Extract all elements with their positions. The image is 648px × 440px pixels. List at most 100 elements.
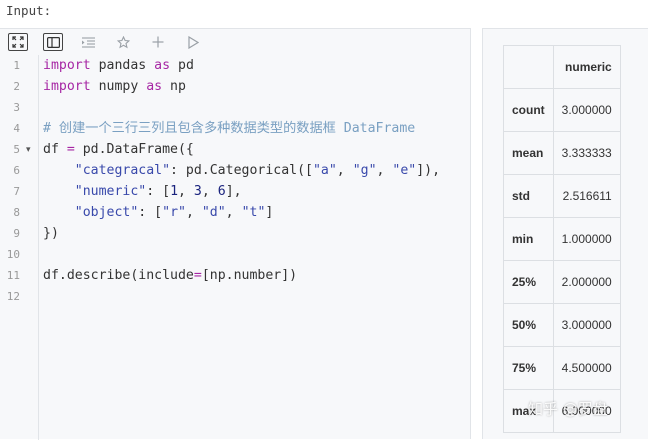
split-view-icon[interactable] [43, 33, 63, 51]
line-number: 8 [13, 206, 20, 219]
add-icon[interactable] [148, 33, 168, 51]
code-token: import [43, 79, 91, 94]
code-token: "categracal" [74, 163, 171, 178]
code-token: "t" [241, 205, 266, 220]
row-label: 25% [503, 260, 554, 304]
code-line: "object": ["r", "d", "t"] [43, 202, 274, 223]
code-token: "d" [201, 205, 226, 220]
code-token: pd [170, 58, 194, 73]
code-token: df.describe(include [43, 268, 194, 283]
line-number: 10 [6, 248, 20, 261]
code-token: np [162, 79, 186, 94]
code-token: = [66, 142, 75, 157]
line-number: 3 [13, 101, 20, 114]
line-number: 12 [6, 290, 20, 303]
fold-toggle-icon[interactable]: ▾ [26, 139, 31, 160]
cell-value: 3.000000 [552, 88, 621, 132]
output-panel: numeric count 3.000000 mean 3.333333 std 2.… [482, 28, 648, 439]
code-token: , [336, 163, 353, 178]
code-token: "a" [312, 163, 337, 178]
line-number-gutter: 1 2 3 4 5 6 7 8 9 10 11 12 ▾ [0, 55, 39, 440]
cell-value: 3.000000 [552, 303, 621, 347]
code-token: "g" [352, 163, 377, 178]
column-header-numeric: numeric [552, 45, 621, 89]
code-editor-panel[interactable]: 1 2 3 4 5 6 7 8 9 10 11 12 ▾ import pandas as pd impo… [0, 28, 471, 440]
line-number: 4 [13, 122, 20, 135]
cell-value: 2.000000 [552, 260, 621, 304]
code-token: "e" [392, 163, 417, 178]
line-number: 2 [13, 80, 20, 93]
code-line: # 创建一个三行三列且包含多种数据类型的数据框 DataFrame [43, 118, 415, 139]
code-line: import pandas as pd [43, 55, 194, 76]
code-token: # 创建一个三行三列且包含多种数据类型的数据框 DataFrame [43, 121, 416, 136]
line-number: 5 [13, 143, 20, 156]
code-token: ]), [416, 163, 441, 178]
cell-value: 3.333333 [552, 131, 621, 175]
code-token: df [43, 142, 67, 157]
cell-value: 2.516611 [552, 174, 621, 218]
row-label: std [503, 174, 554, 218]
code-token: ], [225, 184, 242, 199]
table-row: mean 3.333333 [503, 131, 621, 175]
line-number: 7 [13, 185, 20, 198]
code-token: "numeric" [74, 184, 147, 199]
indent-icon[interactable] [78, 33, 98, 51]
code-line: "categracal": pd.Categorical(["a", "g", … [43, 160, 440, 181]
table-row: std 2.516611 [503, 174, 621, 218]
code-token: as [146, 79, 163, 94]
code-token: , [185, 205, 202, 220]
table-header-row: numeric [503, 45, 621, 89]
dataframe-output-table: numeric count 3.000000 mean 3.333333 std 2.… [503, 45, 621, 433]
fullscreen-icon[interactable] [8, 33, 28, 51]
watermark: 知乎 @罗盘 [528, 400, 608, 418]
cell-value: 1.000000 [552, 217, 621, 261]
run-icon[interactable] [183, 33, 203, 51]
editor-toolbar [0, 29, 470, 55]
table-row: 25% 2.000000 [503, 260, 621, 304]
code-token: as [154, 58, 171, 73]
code-token: 6 [217, 184, 226, 199]
code-line: }) [43, 223, 59, 244]
code-token: , [225, 205, 242, 220]
row-label: min [503, 217, 554, 261]
row-label: 50% [503, 303, 554, 347]
code-token: numpy [90, 79, 147, 94]
input-label: Input: [6, 3, 52, 18]
code-token: 1 [170, 184, 179, 199]
code-line: "numeric": [1, 3, 6], [43, 181, 242, 202]
row-label: mean [503, 131, 554, 175]
code-token: import [43, 58, 91, 73]
code-area[interactable]: import pandas as pd import numpy as np # 创… [43, 55, 471, 440]
code-token: "object" [74, 205, 139, 220]
code-line: df = pd.DataFrame({ [43, 139, 194, 160]
code-token: [np.number]) [201, 268, 298, 283]
code-line: import numpy as np [43, 76, 186, 97]
star-icon[interactable] [113, 33, 133, 51]
code-token: pandas [90, 58, 155, 73]
code-token: , [178, 184, 194, 199]
code-line: df.describe(include=[np.number]) [43, 265, 297, 286]
code-token: : [ [146, 184, 171, 199]
code-token: , [201, 184, 218, 199]
line-number: 6 [13, 164, 20, 177]
code-token: ] [265, 205, 274, 220]
code-token: }) [43, 226, 59, 241]
cell-value: 4.500000 [552, 346, 621, 390]
code-token: 3 [193, 184, 202, 199]
table-row: 50% 3.000000 [503, 303, 621, 347]
code-token: , [376, 163, 393, 178]
line-number: 1 [13, 59, 20, 72]
line-number: 11 [6, 269, 20, 282]
code-token: pd.DataFrame({ [74, 142, 194, 157]
table-row: min 1.000000 [503, 217, 621, 261]
code-token: "r" [162, 205, 186, 220]
code-token: : [ [138, 205, 163, 220]
line-number: 9 [13, 227, 20, 240]
table-row: 75% 4.500000 [503, 346, 621, 390]
table-row: count 3.000000 [503, 88, 621, 132]
code-token: : pd.Categorical([ [170, 163, 313, 178]
row-label: 75% [503, 346, 554, 390]
